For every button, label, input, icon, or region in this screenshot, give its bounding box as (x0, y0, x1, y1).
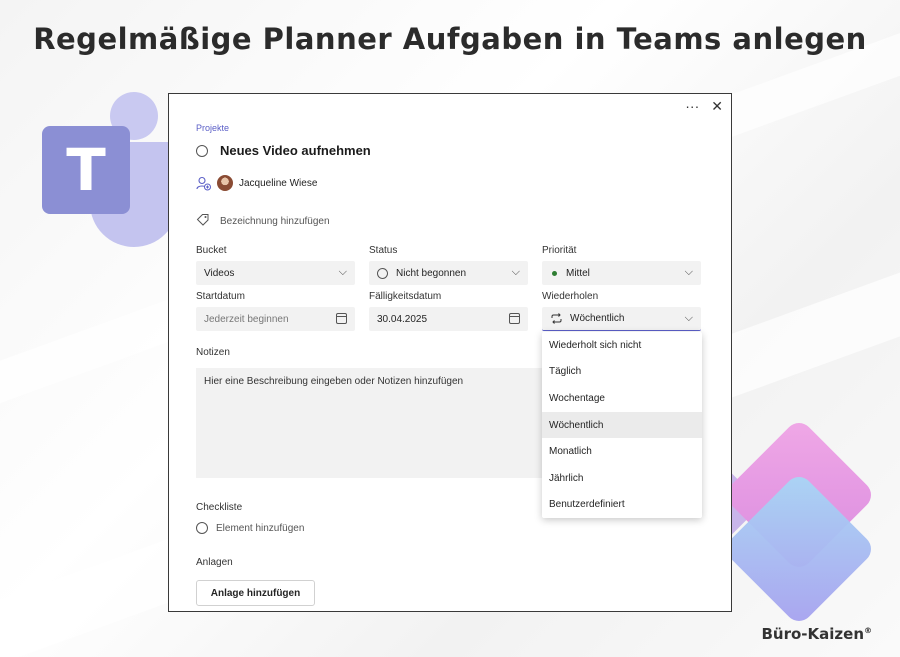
menu-item-never[interactable]: Wiederholt sich nicht (542, 332, 702, 359)
priority-value: Mittel (566, 267, 590, 279)
assign-person-icon[interactable] (196, 176, 211, 191)
planner-logo (677, 417, 880, 627)
checklist-circle-icon (196, 522, 208, 534)
status-circle-icon (377, 267, 388, 279)
repeat-icon (550, 313, 563, 324)
registered-mark: ® (864, 626, 872, 635)
checklist-add-item[interactable]: Element hinzufügen (196, 522, 304, 534)
task-title-row: Neues Video aufnehmen (196, 143, 371, 158)
task-title[interactable]: Neues Video aufnehmen (220, 143, 371, 158)
teams-logo: T (42, 92, 178, 252)
bucket-select[interactable]: Videos ⌵ (196, 261, 355, 285)
dialog-controls: ··· ✕ (685, 98, 723, 114)
status-select[interactable]: Nicht begonnen ⌵ (369, 261, 528, 285)
checklist-add-text: Element hinzufügen (216, 522, 305, 534)
menu-item-yearly[interactable]: Jährlich (542, 465, 702, 492)
due-date-input[interactable]: 30.04.2025 (369, 307, 528, 331)
menu-item-monthly[interactable]: Monatlich (542, 438, 702, 465)
page-headline: Regelmäßige Planner Aufgaben in Teams an… (33, 22, 867, 56)
chevron-down-icon: ⌵ (338, 266, 347, 278)
chevron-down-icon: ⌵ (511, 266, 520, 278)
avatar[interactable] (217, 175, 233, 191)
task-dialog: ··· ✕ Projekte Neues Video aufnehmen Jac… (168, 93, 732, 612)
menu-item-daily[interactable]: Täglich (542, 359, 702, 386)
chevron-down-icon: ⌵ (684, 312, 693, 324)
add-label-row[interactable]: Bezeichnung hinzufügen (196, 213, 330, 230)
plan-name-link[interactable]: Projekte (196, 123, 229, 133)
attachments-label: Anlagen (196, 557, 233, 568)
priority-label: Priorität (542, 245, 577, 256)
notes-textarea[interactable]: Hier eine Beschreibung eingeben oder Not… (196, 368, 542, 478)
bucket-value: Videos (204, 267, 235, 279)
start-date-placeholder: Jederzeit beginnen (204, 313, 289, 325)
bucket-label: Bucket (196, 245, 227, 256)
priority-select[interactable]: Mittel ⌵ (542, 261, 701, 285)
close-icon[interactable]: ✕ (711, 98, 723, 114)
due-date-value: 30.04.2025 (377, 313, 428, 325)
task-complete-radio[interactable] (196, 144, 208, 157)
notes-label: Notizen (196, 347, 230, 358)
chevron-down-icon: ⌵ (684, 266, 693, 278)
calendar-icon[interactable] (336, 313, 347, 324)
assignee-name: Jacqueline Wiese (239, 177, 318, 189)
add-attachment-button[interactable]: Anlage hinzufügen (196, 580, 315, 606)
calendar-icon[interactable] (509, 313, 520, 324)
repeat-select[interactable]: Wöchentlich ⌵ (542, 307, 701, 331)
priority-dot-icon (552, 270, 557, 276)
menu-item-weekdays[interactable]: Wochentage (542, 385, 702, 412)
repeat-dropdown-menu: Wiederholt sich nicht Täglich Wochentage… (542, 332, 702, 518)
status-value: Nicht begonnen (396, 267, 467, 279)
menu-item-weekly[interactable]: Wöchentlich (542, 411, 702, 439)
repeat-label: Wiederholen (542, 291, 599, 302)
tag-icon (196, 213, 210, 230)
add-label-text: Bezeichnung hinzufügen (220, 216, 330, 227)
start-date-label: Startdatum (196, 291, 245, 302)
status-label: Status (369, 245, 398, 256)
start-date-input[interactable]: Jederzeit beginnen (196, 307, 355, 331)
brand-name: Büro-Kaizen (761, 625, 864, 643)
repeat-value: Wöchentlich (570, 313, 625, 324)
teams-logo-square: T (42, 126, 130, 214)
assignee-row: Jacqueline Wiese (196, 175, 317, 191)
brand-logo: Büro-Kaizen® (761, 625, 872, 643)
checklist-label: Checkliste (196, 502, 243, 513)
due-date-label: Fälligkeitsdatum (369, 291, 442, 302)
menu-item-custom[interactable]: Benutzerdefiniert (542, 492, 702, 519)
more-options-icon[interactable]: ··· (685, 98, 699, 114)
